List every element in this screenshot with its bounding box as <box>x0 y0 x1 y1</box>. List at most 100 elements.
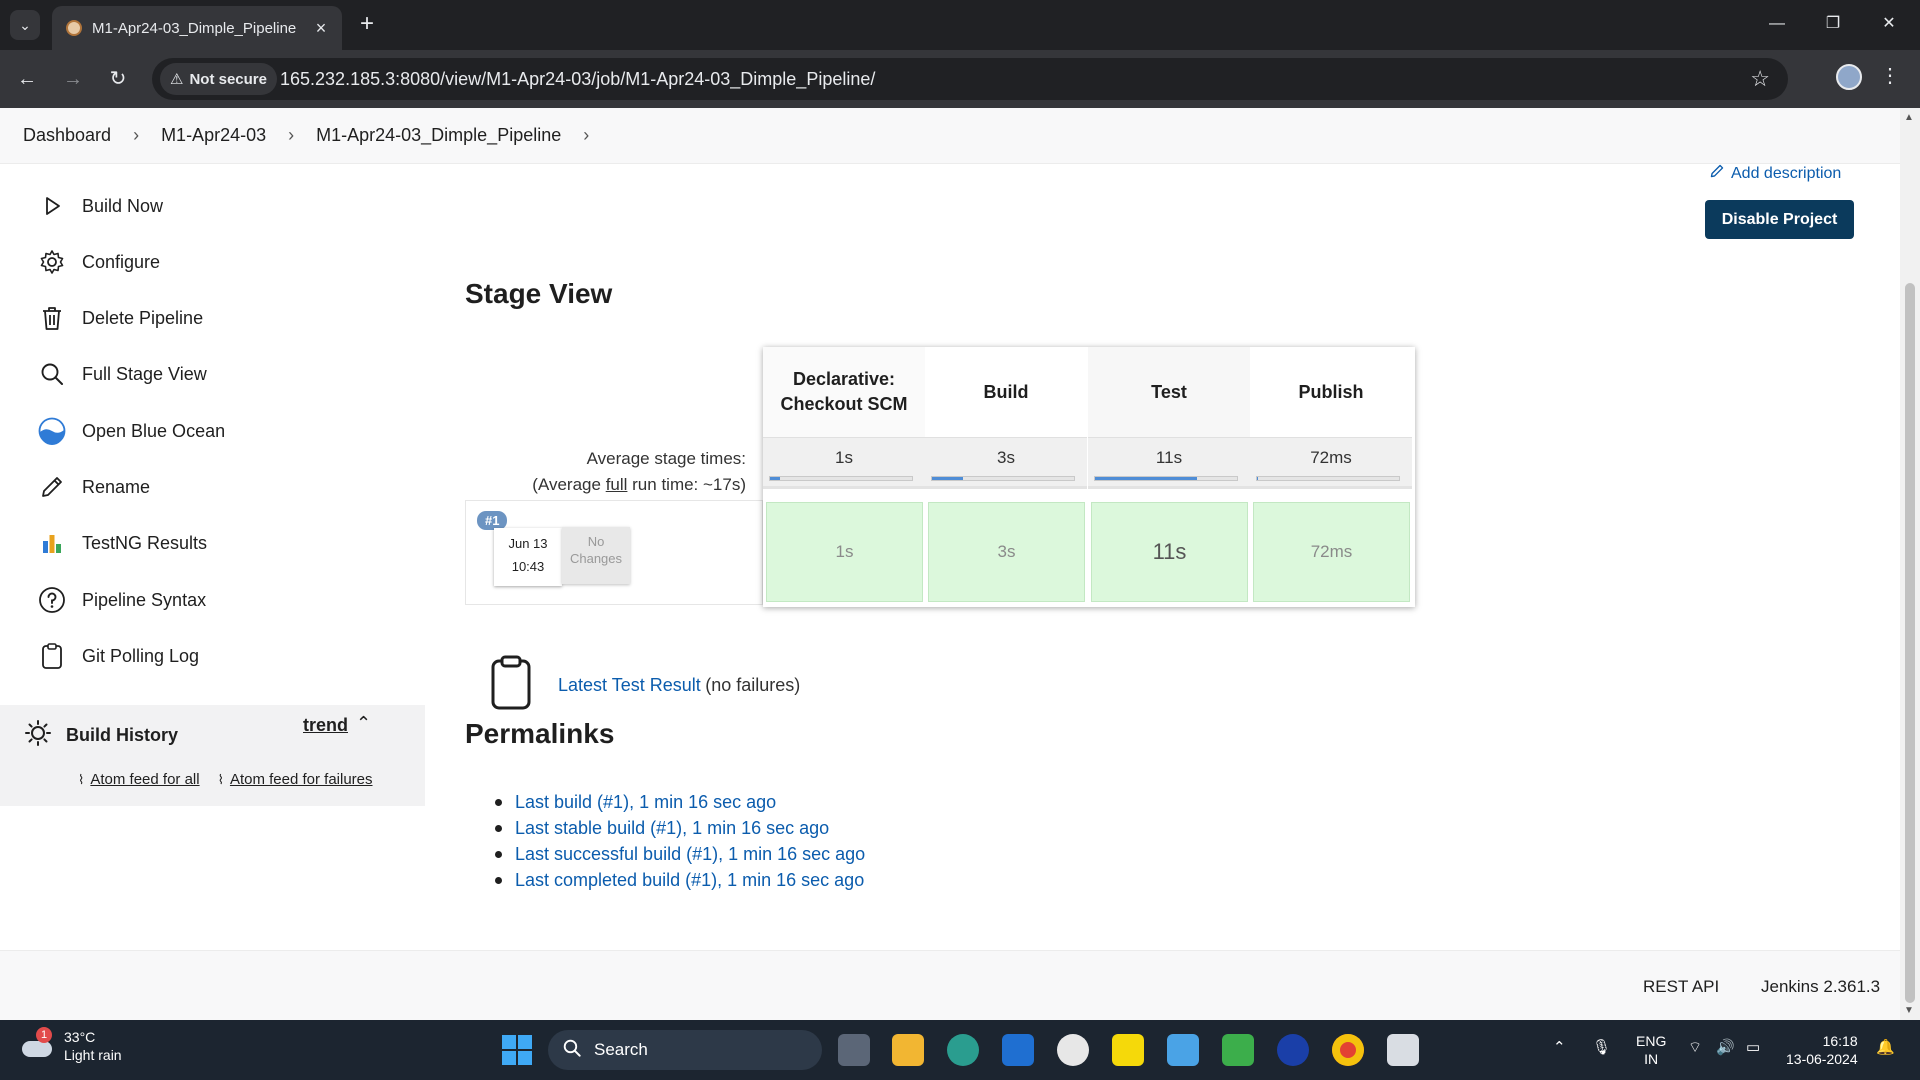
stage-average-time: 72ms <box>1310 448 1352 467</box>
webex-icon[interactable] <box>1277 1034 1309 1066</box>
vertical-scrollbar[interactable]: ▲ ▼ <box>1900 108 1920 1020</box>
stage-average-bar-fill <box>932 477 964 480</box>
windows-start-icon[interactable] <box>502 1035 532 1065</box>
chrome-icon[interactable] <box>1332 1034 1364 1066</box>
url-text[interactable]: 165.232.185.3:8080/view/M1-Apr24-03/job/… <box>280 69 875 90</box>
profile-avatar[interactable] <box>1836 64 1862 90</box>
scroll-up-arrow-icon[interactable]: ▲ <box>1904 112 1914 123</box>
volume-icon[interactable]: 🔊 <box>1716 1038 1735 1056</box>
permalinks-title: Permalinks <box>465 718 615 749</box>
sidebar-item-rename[interactable]: Rename <box>38 467 150 507</box>
sidebar-item-git-polling-log[interactable]: Git Polling Log <box>38 636 199 676</box>
weather-temp: 33°C <box>64 1029 96 1045</box>
reload-button[interactable]: ↻ <box>103 64 133 94</box>
stage-average-bar-fill <box>1257 477 1259 480</box>
sidebar-item-open-blue-ocean[interactable]: Open Blue Ocean <box>38 411 225 451</box>
restore-button[interactable]: ❐ <box>1810 8 1856 40</box>
sidebar-item-pipeline-syntax[interactable]: Pipeline Syntax <box>38 580 206 620</box>
outlook-icon[interactable] <box>1002 1034 1034 1066</box>
stage-run-cell[interactable]: 3s <box>928 502 1085 602</box>
task-view-icon[interactable] <box>838 1034 870 1066</box>
security-chip[interactable]: ⚠ Not secure <box>160 63 277 95</box>
tab-search-button[interactable]: ⌄ <box>10 10 40 40</box>
sidebar-item-testng-results[interactable]: TestNG Results <box>38 523 207 563</box>
security-label: Not secure <box>189 70 267 88</box>
latest-test-result-link[interactable]: Latest Test Result <box>558 675 701 695</box>
close-window-button[interactable]: ✕ <box>1866 8 1912 40</box>
battery-icon[interactable]: ▭ <box>1746 1038 1760 1056</box>
file-explorer-icon[interactable] <box>892 1034 924 1066</box>
stage-average-time: 3s <box>997 448 1015 467</box>
weather-widget[interactable]: 1 33°C Light rain <box>20 1027 122 1064</box>
stage-run-cell[interactable]: 11s <box>1091 502 1248 602</box>
blue-ocean-icon <box>38 417 66 445</box>
stage-average-bar-fill <box>1095 477 1198 480</box>
tab-title: M1-Apr24-03_Dimple_Pipeline <box>92 19 297 37</box>
atom-feed-all-link[interactable]: Atom feed for all <box>90 771 199 788</box>
permalink-last-successful-build[interactable]: Last successful build (#1), 1 min 16 sec… <box>515 841 865 867</box>
mic-muted-icon[interactable]: 🎙 <box>1592 1038 1611 1056</box>
language-indicator[interactable]: ENG IN <box>1636 1032 1666 1068</box>
warning-icon: ⚠ <box>170 71 184 88</box>
minimize-button[interactable]: — <box>1754 8 1800 40</box>
atom-feed-failures[interactable]: ⌇ Atom feed for failures <box>218 771 373 788</box>
chevron-right-icon[interactable]: › <box>288 125 294 146</box>
sidebar-item-build-now[interactable]: Build Now <box>38 186 163 226</box>
sidebar-item-full-stage-view[interactable]: Full Stage View <box>38 354 207 394</box>
play-icon <box>38 192 66 220</box>
breadcrumb-dashboard[interactable]: Dashboard <box>23 125 111 146</box>
new-tab-button[interactable]: + <box>352 10 382 40</box>
taskbar-search[interactable]: Search <box>548 1030 822 1070</box>
permalink-last-build[interactable]: Last build (#1), 1 min 16 sec ago <box>515 789 776 815</box>
edge-icon[interactable] <box>947 1034 979 1066</box>
bookmark-star-icon[interactable]: ☆ <box>1750 66 1770 92</box>
sidebar-item-label: Build Now <box>82 195 164 216</box>
scroll-down-arrow-icon[interactable]: ▼ <box>1904 1005 1914 1016</box>
address-bar[interactable]: ⚠ Not secure 165.232.185.3:8080/view/M1-… <box>152 58 1788 100</box>
weather-desc: Light rain <box>64 1047 122 1063</box>
forward-button[interactable]: → <box>58 64 88 94</box>
browser-menu-icon[interactable]: ⋮ <box>1880 63 1900 88</box>
trash-icon <box>38 304 66 332</box>
breadcrumb-view[interactable]: M1-Apr24-03 <box>161 125 266 146</box>
average-stage-times-text: Average stage times: <box>586 449 746 468</box>
add-description-link[interactable]: Add description <box>1709 163 1841 184</box>
atom-feed-all[interactable]: ⌇ Atom feed for all <box>78 771 200 788</box>
trend-link[interactable]: trend <box>303 715 348 736</box>
close-tab-icon[interactable]: × <box>310 18 332 39</box>
back-button[interactable]: ← <box>12 64 42 94</box>
build-run-row[interactable]: #1 Jun 13 10:43 No Changes <box>465 500 763 605</box>
permalink-last-completed-build[interactable]: Last completed build (#1), 1 min 16 sec … <box>515 867 864 893</box>
permalink-last-stable-build[interactable]: Last stable build (#1), 1 min 16 sec ago <box>515 815 829 841</box>
sidebar-item-delete-pipeline[interactable]: Delete Pipeline <box>38 298 203 338</box>
slack-icon[interactable] <box>1057 1034 1089 1066</box>
taskbar-clock[interactable]: 16:18 13-06-2024 <box>1786 1032 1858 1068</box>
chevron-up-icon[interactable]: ⌃ <box>356 713 371 734</box>
breadcrumb-job[interactable]: M1-Apr24-03_Dimple_Pipeline <box>316 125 561 146</box>
chevron-up-icon[interactable]: ⌃ <box>1553 1038 1566 1056</box>
atom-feed-failures-link[interactable]: Atom feed for failures <box>230 771 373 788</box>
snipping-tool-icon[interactable] <box>1387 1034 1419 1066</box>
cloud-app-icon[interactable] <box>1222 1034 1254 1066</box>
scrollbar-thumb[interactable] <box>1905 283 1915 1003</box>
jenkins-version-link[interactable]: Jenkins 2.361.3 <box>1761 977 1880 997</box>
stage-run-cell[interactable]: 1s <box>766 502 923 602</box>
average-run-time-text: (Average full run time: ~17s) <box>500 472 746 498</box>
notifications-bell-icon[interactable]: 🔔 <box>1876 1038 1895 1056</box>
sticky-notes-icon[interactable] <box>1112 1034 1144 1066</box>
test-result-note: (no failures) <box>705 675 801 695</box>
disable-project-button[interactable]: Disable Project <box>1705 200 1854 239</box>
wifi-icon[interactable]: ⌔ <box>1688 1038 1702 1057</box>
chevron-right-icon[interactable]: › <box>133 125 139 146</box>
latest-test-result: Latest Test Result (no failures) <box>490 655 800 716</box>
stage-average-bar <box>1256 476 1400 481</box>
chevron-right-icon[interactable]: › <box>583 125 589 146</box>
rest-api-link[interactable]: REST API <box>1643 977 1719 997</box>
sidebar-item-configure[interactable]: Configure <box>38 242 160 282</box>
browser-tab[interactable]: M1-Apr24-03_Dimple_Pipeline × <box>52 6 342 50</box>
list-item: Last stable build (#1), 1 min 16 sec ago <box>495 815 865 841</box>
stage-run-cell[interactable]: 72ms <box>1253 502 1410 602</box>
notepad-icon[interactable] <box>1167 1034 1199 1066</box>
rss-icon: ⌇ <box>78 772 85 787</box>
sidebar-item-label: Open Blue Ocean <box>82 420 226 441</box>
